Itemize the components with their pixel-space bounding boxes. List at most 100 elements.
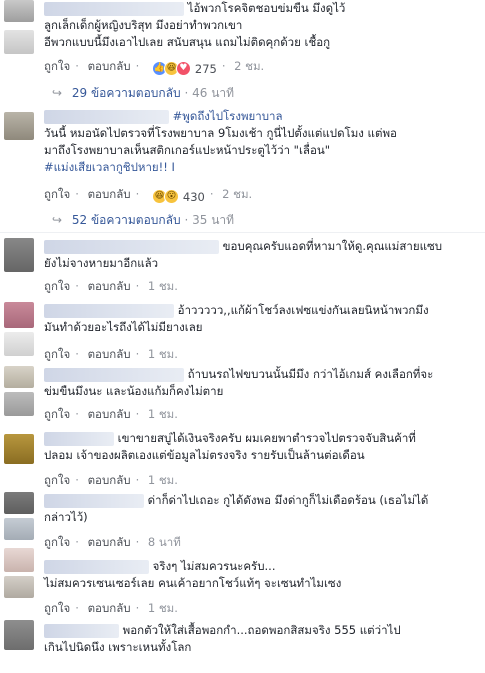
reply-arrow-icon: ↪ [52,213,63,227]
view-replies-link[interactable]: ↪ 29 ข้อความตอบกลับ · 46 นาที [52,84,234,103]
like-link[interactable]: ถูกใจ [44,279,70,293]
comment-actions: ถูกใจ · ตอบกลับ · 😆 😮 430 · 2 ชม. [44,187,253,204]
comment-line: มันทำด้วยอะไรถึงได้ไม่มียางเลย [44,320,203,334]
comment-body: เขาขายสบู่ได้เงินจริงครับ ผมเคยพาตำรวจไป… [44,430,479,464]
reply-link[interactable]: ตอบกลับ [88,347,131,361]
reaction-summary[interactable]: 👍 😆 ♥ 275 [151,61,217,76]
comment-actions: ถูกใจ · ตอบกลับ · 1 ชม. [44,279,178,293]
comment-time[interactable]: 8 นาที [148,535,181,549]
comment-line: อีพวกแบบนี้มึงเอาไปเลย สนับสนุน แถมไม่ติ… [44,35,331,49]
avatar[interactable] [4,30,34,54]
comment-line: จริงๆ ไม่สมควรนะครับ... [152,559,276,573]
avatar[interactable] [4,392,34,416]
reaction-summary[interactable]: 😆 😮 430 [151,189,205,204]
comment-line: ปลอม เจ้าของผลิตเองแต่ข้อมูลไม่ตรงจริง ร… [44,448,365,462]
commenter-name[interactable] [44,623,119,638]
view-replies-link[interactable]: ↪ 52 ข้อความตอบกลับ · 35 นาที [52,211,234,230]
comment-line: เกินไปนิดนึง เพราะเหนทั้งโลก [44,640,192,654]
like-link[interactable]: ถูกใจ [44,187,70,201]
comment-body: พอกตัวให้ใส่เสื้อพอกกำ...ถอดพอกสิสมจริง … [44,622,474,656]
avatar[interactable] [4,302,34,328]
comment-line: อ้าววววว,,แก้ผ้าโชว์ลงเฟซแข่งกันเลยนิหน้… [177,303,429,317]
love-reaction-icon: ♥ [175,61,191,76]
like-link[interactable]: ถูกใจ [44,473,70,487]
comment-line: ไม่สมควรเซนเซอร์เลย คนเค้าอยากโชว์แท้ๆ จ… [44,576,342,590]
reply-link[interactable]: ตอบกลับ [88,59,131,73]
comment-line: ไอ้พวกโรคจิตชอบข่มขืน มึงดูไว้ [187,1,346,15]
avatar[interactable] [4,0,34,22]
comment-line: มาถึงโรงพยาบาลเห็นสติกเกอร์แปะหน้าประตูไ… [44,143,331,157]
comment-time[interactable]: 1 ชม. [148,601,178,615]
avatar[interactable] [4,492,34,514]
reply-link[interactable]: ตอบกลับ [88,187,131,201]
comment-time[interactable]: 1 ชม. [148,347,178,361]
comment-time[interactable]: 2 ชม. [234,59,264,73]
commenter-name[interactable] [44,493,144,508]
commenter-name[interactable] [44,109,169,124]
avatar[interactable] [4,576,34,598]
avatar[interactable] [4,518,34,540]
comment-line: ด่าก็ด่าไปเถอะ กูได้ดังพอ มึงด่ากูก็ไม่เ… [147,493,429,507]
comment-line: ยังไม่จางหายมาอีกแล้ว [44,256,159,270]
avatar[interactable] [4,112,34,140]
replies-count[interactable]: 52 ข้อความตอบกลับ [72,213,181,227]
replies-time: 46 นาที [192,86,235,100]
reaction-count: 275 [194,61,217,76]
comment-line: ขอบคุณครับแอดที่หามาให้ดู.คุณแม่สายแซบ [222,239,443,253]
reply-link[interactable]: ตอบกลับ [88,279,131,293]
comment-actions: ถูกใจ · ตอบกลับ · 8 นาที [44,535,181,549]
comment-body: จริงๆ ไม่สมควรนะครับ... ไม่สมควรเซนเซอร์… [44,558,474,592]
commenter-name[interactable] [44,367,184,382]
reply-link[interactable]: ตอบกลับ [88,601,131,615]
comment-time[interactable]: 1 ชม. [148,407,178,421]
avatar[interactable] [4,548,34,572]
comment-actions: ถูกใจ · ตอบกลับ · 1 ชม. [44,473,178,487]
divider [0,232,485,233]
comment-line: #แม่งเสียเวลากูชิปหาย!! I [44,160,175,174]
hashtag[interactable]: #พูดถึงไปโรงพยาบาล [173,109,283,123]
comment-actions: ถูกใจ · ตอบกลับ · 1 ชม. [44,407,178,421]
comment-body: อ้าววววว,,แก้ผ้าโชว์ลงเฟซแข่งกันเลยนิหน้… [44,302,474,336]
reaction-count: 430 [182,189,205,204]
commenter-name[interactable] [44,1,184,16]
like-link[interactable]: ถูกใจ [44,601,70,615]
like-link[interactable]: ถูกใจ [44,535,70,549]
comment-actions: ถูกใจ · ตอบกลับ · 1 ชม. [44,601,178,615]
comment-line: เขาขายสบู่ได้เงินจริงครับ ผมเคยพาตำรวจไป… [117,431,416,445]
comment-line: ถ้าบนรถไฟขบวนนั้นมีมึง กว่าไอ้เกมส์ คงเล… [187,367,434,381]
comment-body: ขอบคุณครับแอดที่หามาให้ดู.คุณแม่สายแซบ ย… [44,238,474,272]
comment-time[interactable]: 1 ชม. [148,279,178,293]
avatar[interactable] [4,620,34,650]
avatar[interactable] [4,238,34,272]
comment-actions: ถูกใจ · ตอบกลับ · 1 ชม. [44,347,178,361]
comment-actions: ถูกใจ · ตอบกลับ · 👍 😆 ♥ 275 · 2 ชม. [44,59,265,76]
comment-time[interactable]: 2 ชม. [222,187,252,201]
commenter-name[interactable] [44,559,149,574]
commenter-name[interactable] [44,239,219,254]
comment-body: ไอ้พวกโรคจิตชอบข่มขืน มึงดูไว้ ลูกเล็กเด… [44,0,474,51]
commenter-name[interactable] [44,303,174,318]
commenter-name[interactable] [44,431,114,446]
like-link[interactable]: ถูกใจ [44,347,70,361]
comment-line: กล่าวไว้) [44,510,88,524]
comment-body: #พูดถึงไปโรงพยาบาล วันนี้ หมอนัดไปตรวจที… [44,108,474,176]
reply-arrow-icon: ↪ [52,86,63,100]
comment-line: ลูกเล็กเด็กผู้หญิงบริสุท มึงอย่าทำพวกเขา [44,18,243,32]
avatar[interactable] [4,332,34,356]
replies-count[interactable]: 29 ข้อความตอบกลับ [72,86,181,100]
reply-link[interactable]: ตอบกลับ [88,473,131,487]
replies-time: 35 นาที [192,213,235,227]
comment-body: ถ้าบนรถไฟขบวนนั้นมีมึง กว่าไอ้เกมส์ คงเล… [44,366,474,400]
like-link[interactable]: ถูกใจ [44,407,70,421]
like-link[interactable]: ถูกใจ [44,59,70,73]
avatar[interactable] [4,434,34,464]
avatar[interactable] [4,366,34,388]
reply-link[interactable]: ตอบกลับ [88,535,131,549]
comment-line: ข่มขืนมึงนะ และน้องแก้มก็คงไม่ตาย [44,384,224,398]
reply-link[interactable]: ตอบกลับ [88,407,131,421]
comment-line: พอกตัวให้ใส่เสื้อพอกกำ...ถอดพอกสิสมจริง … [122,623,401,637]
comment-line: วันนี้ หมอนัดไปตรวจที่โรงพยาบาล 9โมงเช้า… [44,126,397,140]
wow-reaction-icon: 😮 [163,189,179,204]
comment-body: ด่าก็ด่าไปเถอะ กูได้ดังพอ มึงด่ากูก็ไม่เ… [44,492,479,526]
comment-time[interactable]: 1 ชม. [148,473,178,487]
